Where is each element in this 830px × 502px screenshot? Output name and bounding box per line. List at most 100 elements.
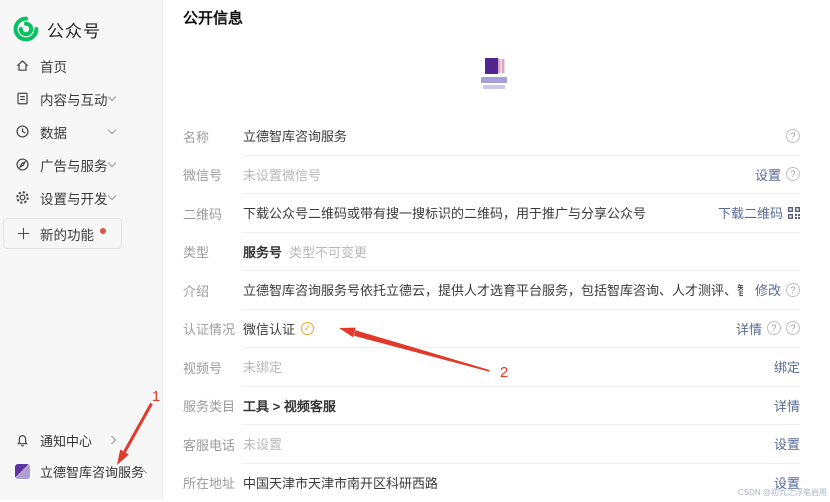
field-actions: 设置: [774, 434, 800, 453]
home-icon: [15, 58, 30, 73]
field-body: 中国天津市天津市南开区科研西路 设置: [243, 464, 800, 502]
ads-icon: [15, 157, 30, 172]
field-actions: 详情: [774, 396, 800, 415]
chevron-down-icon: [108, 192, 116, 200]
red-dot-badge: [100, 228, 106, 234]
account-switcher-item[interactable]: 立德智库咨询服务: [0, 455, 163, 487]
field-body: 微信认证 ✓ 详情??: [243, 310, 800, 349]
form-row: 名称 立德智库咨询服务 ?: [183, 117, 800, 156]
page-title: 公开信息: [183, 7, 243, 28]
field-value: 未绑定: [243, 357, 762, 376]
bind-channels-link[interactable]: 绑定: [774, 357, 800, 376]
download-qrcode-link[interactable]: 下载二维码: [718, 203, 783, 222]
field-value-text: 未设置: [243, 434, 282, 453]
logo-text: 公众号: [47, 17, 101, 42]
field-label: 服务类目: [183, 387, 243, 426]
chevron-down-icon: [108, 159, 116, 167]
field-body: 未设置微信号 设置?: [243, 156, 800, 195]
field-label: 视频号: [183, 348, 243, 387]
field-value: 中国天津市天津市南开区科研西路: [243, 473, 762, 492]
edit-intro-link[interactable]: 修改: [755, 280, 781, 299]
avatar-shape: [483, 85, 505, 89]
sidebar-item-label: 数据: [40, 122, 109, 142]
verified-badge-icon: ✓: [301, 322, 314, 335]
form-row: 二维码 下载公众号二维码或带有搜一搜标识的二维码，用于推广与分享公众号 下载二维…: [183, 194, 800, 233]
account-profile-image: [478, 57, 510, 91]
field-label: 名称: [183, 117, 243, 156]
field-value-text: 服务号: [243, 242, 282, 261]
sidebar-item-settings[interactable]: 设置与开发: [0, 181, 163, 214]
notification-center-item[interactable]: 通知中心: [0, 424, 163, 456]
help-icon[interactable]: ?: [786, 321, 800, 335]
new-feature-button[interactable]: ＋ 新的功能: [3, 218, 122, 249]
avatar-shape: [485, 58, 498, 74]
field-value: 立德智库咨询服务: [243, 126, 774, 145]
sidebar-item-label: 广告与服务: [40, 155, 109, 175]
field-label: 类型: [183, 233, 243, 272]
field-body: 立德智库咨询服务号依托立德云，提供人才选育平台服务，包括智库咨询、人才测评、智能…: [243, 271, 800, 310]
field-actions: 修改?: [755, 280, 800, 299]
field-label: 二维码: [183, 194, 243, 233]
field-value-note: 类型不可变更: [289, 242, 367, 261]
field-label: 介绍: [183, 271, 243, 310]
field-label: 微信号: [183, 156, 243, 195]
watermark: CSDN @初九之浮笔启用: [738, 487, 827, 498]
form-row: 介绍 立德智库咨询服务号依托立德云，提供人才选育平台服务，包括智库咨询、人才测评…: [183, 271, 800, 310]
field-actions: 下载二维码: [718, 203, 800, 222]
logo: 公众号: [13, 16, 101, 42]
public-info-form: 名称 立德智库咨询服务 ? 微信号 未设置微信号 设置? 二维码 下载公众号二维…: [183, 117, 800, 502]
field-value-text: 微信认证: [243, 319, 295, 338]
notification-center-label: 通知中心: [40, 431, 109, 450]
help-icon[interactable]: ?: [786, 283, 800, 297]
field-label: 所在地址: [183, 464, 243, 502]
form-row: 所在地址 中国天津市天津市南开区科研西路 设置: [183, 464, 800, 502]
chevron-down-icon: [108, 93, 116, 101]
field-value: 未设置微信号: [243, 165, 743, 184]
field-value-text: 未绑定: [243, 357, 282, 376]
form-row: 客服电话 未设置 设置: [183, 425, 800, 464]
sidebar-item-content[interactable]: 内容与互动: [0, 82, 163, 115]
field-value: 立德智库咨询服务号依托立德云，提供人才选育平台服务，包括智库咨询、人才测评、智能…: [243, 280, 743, 299]
field-body: 未绑定 绑定: [243, 348, 800, 387]
field-body: 工具 > 视频客服 详情: [243, 387, 800, 426]
field-actions: 详情??: [736, 319, 800, 338]
field-value-text: 工具 > 视频客服: [243, 396, 336, 415]
field-body: 服务号类型不可变更: [243, 233, 800, 272]
official-account-logo-icon: [13, 16, 39, 42]
sidebar-item-home[interactable]: 首页: [0, 49, 163, 82]
field-value-text: 立德智库咨询服务号依托立德云，提供人才选育平台服务，包括智库咨询、人才测评、智能…: [243, 280, 743, 299]
field-value: 未设置: [243, 434, 762, 453]
category-detail-link[interactable]: 详情: [774, 396, 800, 415]
set-wechat-id-link[interactable]: 设置: [755, 165, 781, 184]
account-avatar: [15, 464, 30, 479]
bell-icon: [15, 433, 30, 448]
form-row: 认证情况 微信认证 ✓ 详情??: [183, 310, 800, 349]
field-value: 微信认证 ✓: [243, 319, 724, 338]
field-value: 工具 > 视频客服: [243, 396, 762, 415]
help-icon[interactable]: ?: [767, 321, 781, 335]
chevron-right-icon: [108, 436, 116, 444]
content-icon: [15, 91, 30, 106]
sidebar-item-data[interactable]: 数据: [0, 115, 163, 148]
new-feature-label: 新的功能: [40, 224, 94, 244]
field-value-text: 下载公众号二维码或带有搜一搜标识的二维码，用于推广与分享公众号: [243, 203, 646, 222]
help-icon[interactable]: ?: [786, 129, 800, 143]
qrcode-icon[interactable]: [788, 207, 800, 219]
field-label: 客服电话: [183, 425, 243, 464]
avatar-shape: [498, 59, 505, 73]
set-phone-link[interactable]: 设置: [774, 434, 800, 453]
field-value: 下载公众号二维码或带有搜一搜标识的二维码，用于推广与分享公众号: [243, 203, 706, 222]
field-value-text: 未设置微信号: [243, 165, 321, 184]
field-label: 认证情况: [183, 310, 243, 349]
sidebar: 公众号 首页 内容与互动 数: [0, 0, 163, 500]
app-root: { "app": { "logo_text": "公众号" }, "sideba…: [0, 0, 830, 500]
sidebar-item-ads[interactable]: 广告与服务: [0, 148, 163, 181]
field-actions: 绑定: [774, 357, 800, 376]
field-body: 未设置 设置: [243, 425, 800, 464]
form-row: 视频号 未绑定 绑定: [183, 348, 800, 387]
verification-detail-link[interactable]: 详情: [736, 319, 762, 338]
form-row: 服务类目 工具 > 视频客服 详情: [183, 387, 800, 426]
help-icon[interactable]: ?: [786, 167, 800, 181]
settings-icon: [15, 190, 30, 205]
account-name-label: 立德智库咨询服务: [40, 462, 144, 481]
